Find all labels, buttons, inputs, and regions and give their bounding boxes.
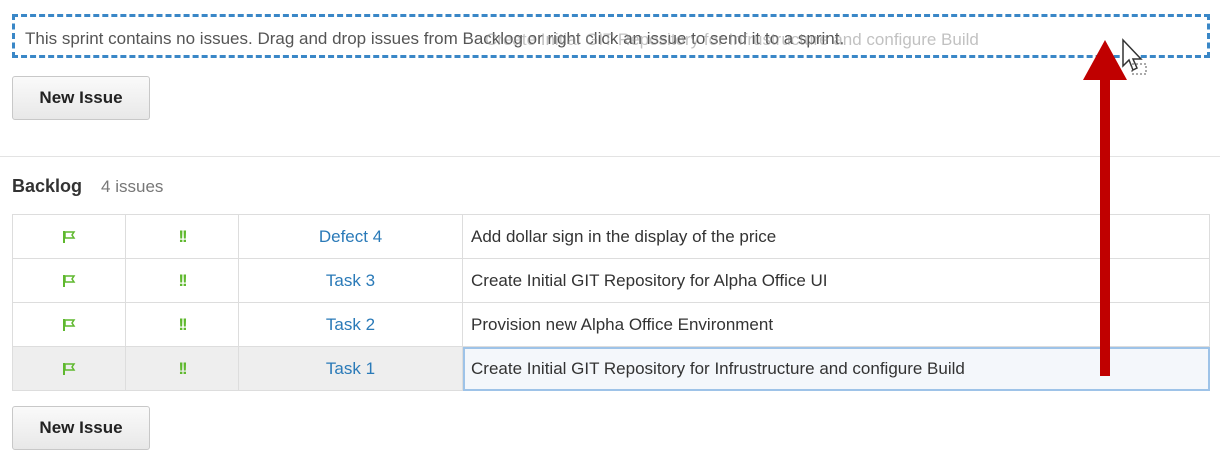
drag-direction-arrow-icon — [1083, 40, 1127, 376]
issue-id-cell: Task 2 — [238, 302, 463, 347]
table-row[interactable]: !! Defect 4 Add dollar sign in the displ… — [12, 214, 1210, 259]
issue-type-cell — [12, 258, 126, 303]
flag-icon — [63, 275, 76, 288]
issue-link[interactable]: Task 2 — [326, 315, 375, 334]
issue-type-cell — [12, 214, 126, 259]
flag-icon — [63, 231, 76, 244]
flag-icon — [63, 363, 76, 376]
priority-icon: !! — [178, 314, 187, 334]
sprint-new-issue-button[interactable]: New Issue — [12, 76, 150, 120]
issue-type-cell — [12, 302, 126, 347]
dragged-issue-ghost: Create Initial GIT Repository for Infrus… — [485, 30, 979, 49]
issue-id-cell: Task 3 — [238, 258, 463, 303]
mouse-cursor-icon — [1122, 38, 1147, 75]
priority-cell: !! — [125, 258, 239, 303]
issue-type-cell — [12, 346, 126, 391]
issue-id-cell: Task 1 — [238, 346, 463, 391]
backlog-new-issue-button[interactable]: New Issue — [12, 406, 150, 450]
flag-icon — [63, 319, 76, 332]
sprint-planning-page: This sprint contains no issues. Drag and… — [0, 0, 1220, 464]
priority-icon: !! — [178, 358, 187, 378]
issue-link[interactable]: Task 1 — [326, 359, 375, 378]
backlog-title: Backlog — [12, 176, 83, 196]
sprint-drop-zone[interactable]: This sprint contains no issues. Drag and… — [12, 14, 1210, 58]
table-row[interactable]: !! Task 3 Create Initial GIT Repository … — [12, 258, 1210, 303]
priority-icon: !! — [178, 226, 187, 246]
backlog-issues-table: !! Defect 4 Add dollar sign in the displ… — [12, 214, 1210, 391]
issue-id-cell: Defect 4 — [238, 214, 463, 259]
issue-link[interactable]: Defect 4 — [319, 227, 382, 246]
priority-cell: !! — [125, 302, 239, 347]
issue-link[interactable]: Task 3 — [326, 271, 375, 290]
backlog-header: Backlog 4 issues — [12, 176, 163, 197]
section-divider — [0, 156, 1220, 157]
priority-cell: !! — [125, 346, 239, 391]
priority-cell: !! — [125, 214, 239, 259]
table-row[interactable]: !! Task 1 Create Initial GIT Repository … — [12, 346, 1210, 391]
backlog-issue-count: 4 issues — [101, 177, 164, 196]
priority-icon: !! — [178, 270, 187, 290]
table-row[interactable]: !! Task 2 Provision new Alpha Office Env… — [12, 302, 1210, 347]
